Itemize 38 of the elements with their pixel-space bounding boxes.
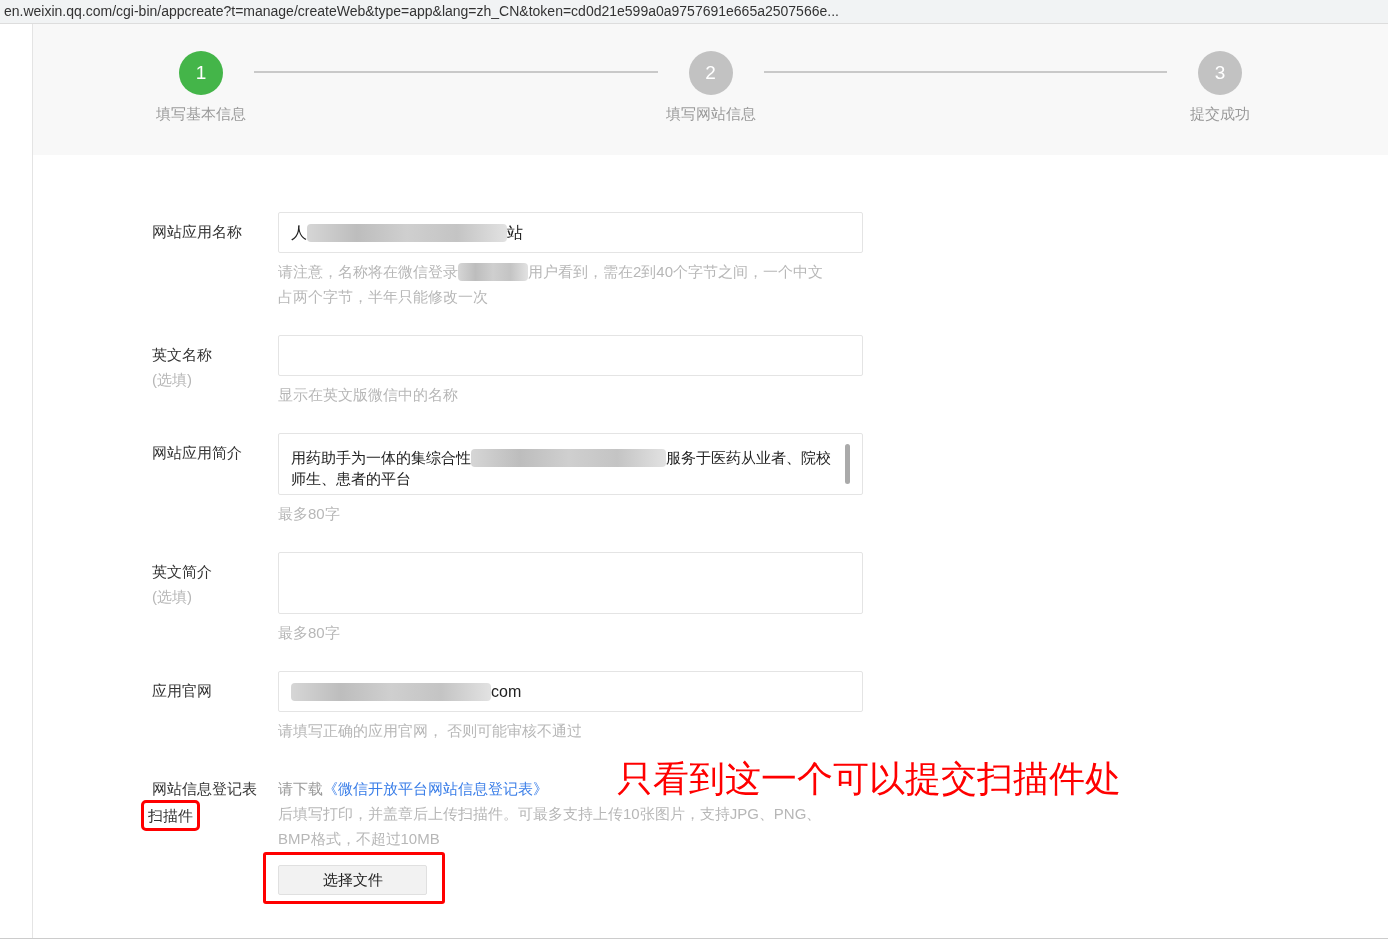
input-value: 站 <box>507 222 523 243</box>
textarea-line: 服务于医药从业者、院校 <box>666 448 831 468</box>
field-label: 网站应用简介 <box>152 443 242 463</box>
textarea-line: 师生、患者的平台 <box>291 469 411 489</box>
step-label: 提交成功 <box>1190 104 1250 124</box>
field-label: 网站信息登记表 <box>152 779 257 799</box>
hint-text: 用户看到，需在2到40个字节之间，一个中文 <box>528 262 824 282</box>
text-input-field[interactable]: 人 站 <box>278 212 863 253</box>
optional-note: (选填) <box>152 587 192 607</box>
download-link[interactable]: 《微信开放平台网站信息登记表》 <box>323 776 548 801</box>
annotation-text: 只看到这一个可以提交扫描件处 <box>617 757 1121 801</box>
text-input-field[interactable] <box>278 335 863 376</box>
textarea-field[interactable] <box>278 552 863 614</box>
text-input-field[interactable]: com <box>278 671 863 712</box>
choose-file-button[interactable]: 选择文件 <box>278 865 427 895</box>
download-intro: 请下载 <box>278 779 323 799</box>
textarea-line: 用药助手为一体的集综合性 <box>291 448 471 468</box>
optional-note: (选填) <box>152 370 192 390</box>
hint-text: 后填写打印，并盖章后上传扫描件。可最多支持上传10张图片，支持JPG、PNG、 <box>278 804 822 824</box>
hint-text: 最多80字 <box>278 504 340 524</box>
field-label: 应用官网 <box>152 681 212 701</box>
scrollbar-thumb[interactable] <box>845 444 850 484</box>
hint-text: 请填写正确的应用官网， 否则可能审核不通过 <box>278 721 583 741</box>
redaction-blur <box>458 262 528 281</box>
hint-text: 占两个字节，半年只能修改一次 <box>278 287 488 307</box>
field-label: 扫描件 <box>144 803 197 828</box>
hint-text: 显示在英文版微信中的名称 <box>278 385 458 405</box>
step-label: 填写基本信息 <box>156 104 246 124</box>
field-label: 网站应用名称 <box>152 222 242 242</box>
field-label: 英文名称 <box>152 345 212 365</box>
input-value: 人 <box>291 222 307 243</box>
textarea-field[interactable]: 用药助手为一体的集综合性 服务于医药从业者、院校 师生、患者的平台 <box>278 433 863 495</box>
field-label: 英文简介 <box>152 562 212 582</box>
hint-text: 请注意，名称将在微信登录 <box>278 262 458 282</box>
input-value: com <box>491 681 522 702</box>
step-label: 填写网站信息 <box>665 104 756 124</box>
hint-text: BMP格式，不超过10MB <box>278 829 440 849</box>
hint-text: 最多80字 <box>278 623 340 643</box>
